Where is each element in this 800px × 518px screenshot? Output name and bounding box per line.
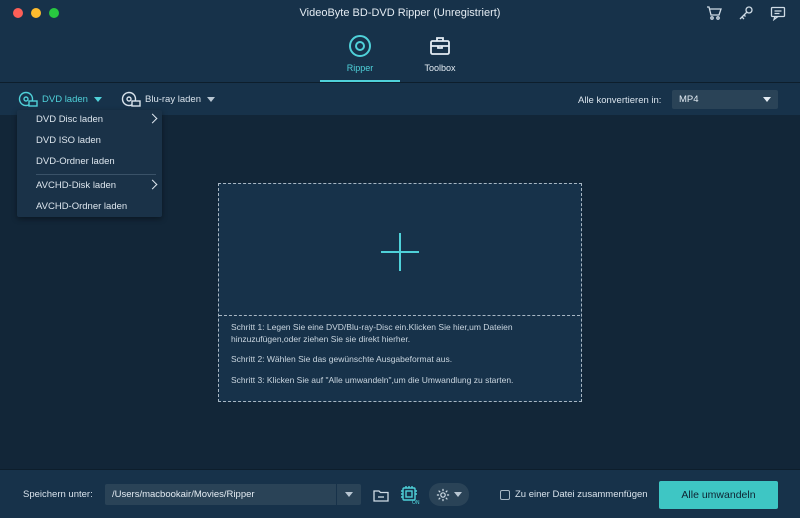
output-path-dropdown[interactable] — [336, 484, 361, 505]
chevron-right-icon — [147, 113, 158, 124]
key-icon[interactable] — [738, 5, 754, 21]
load-bluray-label: Blu-ray laden — [145, 93, 201, 105]
disc-icon — [349, 35, 371, 57]
add-files-area[interactable] — [219, 184, 580, 315]
chevron-down-icon — [206, 96, 215, 102]
instruction-step-1: Schritt 1: Legen Sie eine DVD/Blu-ray-Di… — [231, 322, 513, 344]
output-path-input[interactable] — [105, 484, 336, 505]
title-bar: VideoByte BD-DVD Ripper (Unregistriert) … — [0, 0, 800, 82]
menu-separator — [36, 174, 156, 175]
instruction-step-2: Schritt 2: Wählen Sie das gewünschte Aus… — [231, 354, 453, 364]
convert-all-to-label: Alle konvertieren in: — [578, 95, 662, 106]
folder-icon — [373, 489, 389, 502]
load-bluray-button[interactable]: Blu-ray laden — [121, 91, 215, 107]
menu-item-label: DVD-Ordner laden — [36, 156, 115, 167]
menu-item-label: AVCHD-Ordner laden — [36, 201, 128, 212]
bottom-bar: Speichern unter: ON Zu einer Datei zusam… — [0, 469, 800, 518]
output-format-select[interactable]: MP4 — [672, 90, 778, 109]
open-folder-button[interactable] — [370, 483, 392, 506]
chevron-down-icon — [93, 96, 102, 102]
tab-ripper-label: Ripper — [346, 63, 374, 73]
menu-item-avchd-folder[interactable]: AVCHD-Ordner laden — [17, 197, 162, 217]
menu-item-dvd-disc[interactable]: DVD Disc laden — [17, 110, 162, 130]
menu-item-label: DVD Disc laden — [36, 114, 104, 125]
menu-item-dvd-folder[interactable]: DVD-Ordner laden — [17, 152, 162, 172]
bluray-disc-icon — [121, 91, 141, 107]
gear-icon — [436, 488, 450, 501]
menu-item-dvd-iso[interactable]: DVD ISO laden — [17, 131, 162, 151]
chevron-down-icon — [345, 492, 353, 497]
tab-toolbox-label: Toolbox — [424, 63, 456, 73]
accel-badge: ON — [412, 500, 420, 505]
merge-label: Zu einer Datei zusammenfügen — [515, 489, 648, 500]
menu-item-label: DVD ISO laden — [36, 135, 101, 146]
settings-button[interactable] — [429, 483, 469, 506]
instruction-step-3: Schritt 3: Klicken Sie auf "Alle umwande… — [231, 375, 514, 385]
chevron-down-icon — [454, 492, 462, 497]
merge-checkbox[interactable] — [500, 489, 510, 500]
toolbox-icon — [430, 37, 450, 55]
load-dvd-label: DVD laden — [42, 93, 88, 105]
main-tabs: Ripper Toolbox — [320, 34, 480, 82]
save-to-label: Speichern unter: — [23, 489, 93, 500]
chat-icon[interactable] — [770, 5, 786, 21]
dvd-load-menu: DVD Disc laden DVD ISO laden DVD-Ordner … — [17, 110, 162, 217]
menu-item-label: AVCHD-Disk laden — [36, 180, 117, 191]
output-format-value: MP4 — [679, 94, 699, 105]
top-icons — [706, 5, 786, 21]
load-dvd-button[interactable]: DVD laden — [18, 91, 102, 107]
chevron-right-icon — [147, 179, 158, 190]
menu-item-avchd-disk[interactable]: AVCHD-Disk laden — [17, 176, 162, 196]
tab-ripper[interactable]: Ripper — [320, 34, 400, 82]
hardware-acceleration-button[interactable]: ON — [399, 483, 421, 506]
cart-icon[interactable] — [706, 5, 722, 21]
file-drop-zone[interactable]: Schritt 1: Legen Sie eine DVD/Blu-ray-Di… — [218, 183, 582, 402]
convert-all-button[interactable]: Alle umwandeln — [659, 481, 778, 509]
gpu-chip-icon: ON — [401, 485, 420, 505]
app-title: VideoByte BD-DVD Ripper (Unregistriert) — [299, 7, 501, 19]
tab-toolbox[interactable]: Toolbox — [400, 34, 480, 80]
drop-zone-divider — [219, 315, 580, 316]
chevron-down-icon — [763, 97, 771, 102]
dvd-disc-icon — [18, 91, 38, 107]
plus-icon-bar — [381, 251, 419, 253]
merge-into-one-file-toggle[interactable]: Zu einer Datei zusammenfügen — [500, 489, 648, 500]
